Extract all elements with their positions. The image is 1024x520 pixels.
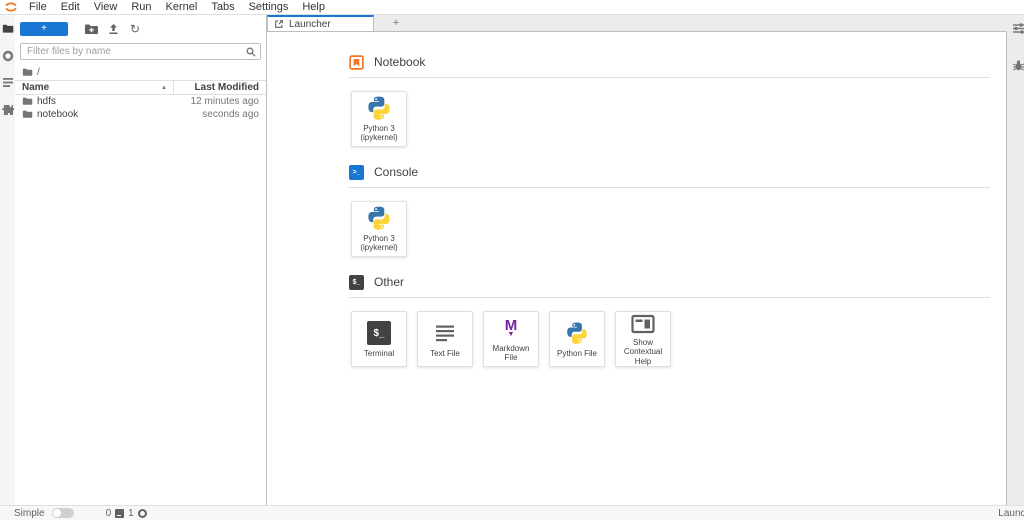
card-sublabel: (ipykernel) [360,133,397,143]
card-label: Terminal [364,349,394,359]
card-sublabel: (ipykernel) [360,243,397,253]
debugger-icon[interactable] [1012,59,1024,72]
status-right-text: Launcher [998,508,1024,519]
tab-launcher[interactable]: Launcher [267,15,374,31]
file-browser-toolbar: + ↻ [15,15,266,37]
new-folder-button[interactable] [80,22,102,36]
menu-view[interactable]: View [87,0,125,15]
upload-button[interactable] [102,22,124,36]
launcher-card-text-file[interactable]: Text File [417,311,473,367]
section-notebook: Notebook Python 3 (ipykernel) [349,54,990,147]
contextual-help-icon [631,312,655,336]
status-bar: Simple 0 1 Launcher [0,505,1024,520]
python-logo-icon [565,319,589,347]
file-row-notebook[interactable]: notebook seconds ago [15,108,266,121]
section-divider [349,77,990,78]
menu-help[interactable]: Help [295,0,332,15]
menu-run[interactable]: Run [124,0,158,15]
search-icon [246,47,256,60]
launcher-card-notebook-python3[interactable]: Python 3 (ipykernel) [351,91,407,147]
column-name[interactable]: Name ▲ [22,82,173,93]
menu-file[interactable]: File [22,0,54,15]
terminal-status-icon [115,509,124,518]
launcher-card-contextual-help[interactable]: Show Contextual Help [615,311,671,367]
running-sessions-status[interactable]: 0 1 [106,508,147,519]
jupyter-logo-icon [3,1,18,14]
card-label: Markdown File [487,344,535,363]
left-sidebar [0,15,15,505]
toggle-knob [53,509,61,517]
file-modified: seconds ago [202,109,259,120]
card-label: Python 3 [363,234,395,244]
column-last-modified[interactable]: Last Modified [173,80,259,95]
simple-mode-label: Simple [14,508,45,519]
new-launcher-button[interactable]: + [20,22,68,36]
card-label: Show Contextual Help [619,338,667,367]
kernel-status-icon [138,509,147,518]
file-browser-panel: + ↻ / Name ▲ Last Modified hdfs 12 minut… [15,15,267,505]
terminal-icon: $_ [367,321,391,345]
property-inspector-icon[interactable] [1012,22,1024,35]
tab-label: Launcher [289,19,331,30]
add-tab-button[interactable]: + [388,15,404,31]
dock-tab-bar: Launcher + [267,15,1007,32]
section-divider [349,297,990,298]
file-name: notebook [37,109,78,120]
menu-edit[interactable]: Edit [54,0,87,15]
kernels-count: 1 [128,508,134,519]
menu-tabs[interactable]: Tabs [204,0,241,15]
python-logo-icon [366,205,392,232]
card-label: Python File [557,349,597,359]
section-divider [349,187,990,188]
section-title: Notebook [374,55,425,69]
file-name: hdfs [37,96,56,107]
launcher-card-terminal[interactable]: $_ Terminal [351,311,407,367]
running-sessions-icon[interactable] [1,49,14,62]
home-folder-icon [22,68,33,77]
file-list-header: Name ▲ Last Modified [15,80,266,95]
launcher-card-console-python3[interactable]: Python 3 (ipykernel) [351,201,407,257]
extension-manager-icon[interactable] [1,103,14,116]
launcher-icon [274,19,284,29]
notebook-icon [349,55,364,70]
sort-ascending-icon: ▲ [161,85,173,91]
terminals-count: 0 [106,508,112,519]
breadcrumb-root[interactable]: / [37,67,40,78]
folder-icon [22,97,33,106]
filter-files-container [20,43,261,60]
launcher-panel: Notebook Python 3 (ipykernel) [267,32,1007,505]
breadcrumb[interactable]: / [15,64,266,80]
console-icon: >_ [349,165,364,180]
section-title: Other [374,275,404,289]
refresh-button[interactable]: ↻ [124,22,146,36]
right-sidebar [1007,15,1024,505]
filter-files-input[interactable] [20,43,261,60]
text-file-icon [433,319,457,347]
file-row-hdfs[interactable]: hdfs 12 minutes ago [15,95,266,108]
menu-settings[interactable]: Settings [242,0,296,15]
card-label: Text File [430,349,460,359]
menu-kernel[interactable]: Kernel [159,0,205,15]
menubar: File Edit View Run Kernel Tabs Settings … [0,0,1024,15]
section-console: >_ Console Python 3 (ipykernel) [349,164,990,257]
markdown-icon: M ▼ [505,318,518,338]
folder-icon [22,110,33,119]
terminal-icon: $_ [349,275,364,290]
python-logo-icon [366,95,392,122]
launcher-card-markdown-file[interactable]: M ▼ Markdown File [483,311,539,367]
file-modified: 12 minutes ago [191,96,259,107]
card-label: Python 3 [363,124,395,134]
simple-mode-toggle[interactable] [52,508,74,518]
section-other: $_ Other $_ Terminal Text File [349,274,990,367]
section-title: Console [374,165,418,179]
table-of-contents-icon[interactable] [1,76,14,89]
launcher-card-python-file[interactable]: Python File [549,311,605,367]
file-browser-icon[interactable] [1,22,14,35]
